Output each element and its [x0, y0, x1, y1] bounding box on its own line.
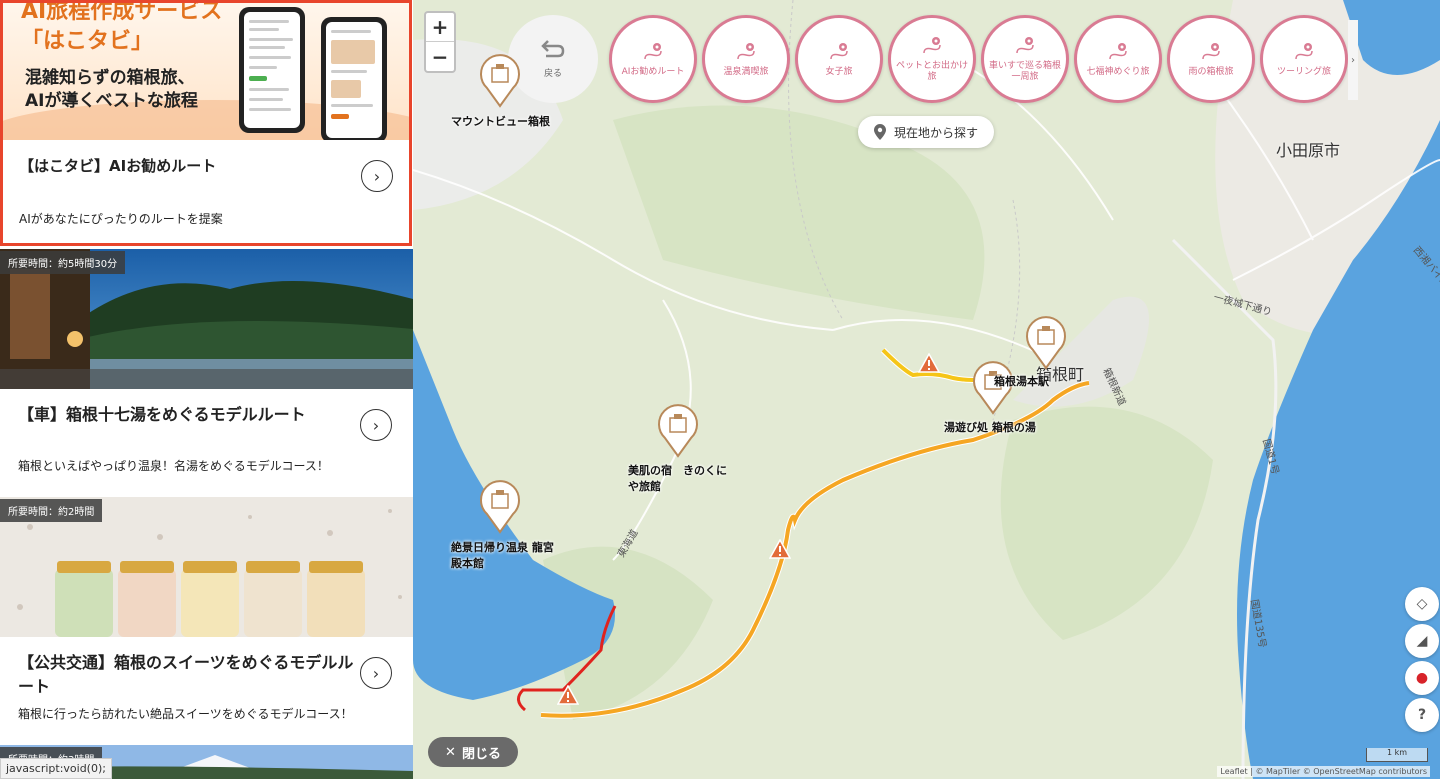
undo-arrow-icon [541, 39, 565, 57]
route-pin-icon [830, 42, 848, 59]
poi-label-yumoto-station: 箱根湯本駅 [994, 375, 1049, 388]
route-title: 【車】箱根十七湯をめぐるモデルルート [18, 405, 306, 424]
promo-sub-1: 混雑知らずの箱根旅、 [25, 68, 195, 88]
map-attribution[interactable]: Leaflet | © MapTiler © OpenStreetMap con… [1217, 766, 1430, 777]
poi-marker-yumoto-station[interactable] [1025, 316, 1067, 370]
japan-flag-icon: ● [1415, 670, 1429, 686]
close-label: 閉じる [461, 746, 501, 762]
hotel-pin-icon [480, 54, 520, 108]
route-description: 箱根に行ったら訪れたい絶品スイーツをめぐるモデルコース！ [18, 707, 353, 721]
warning-icon[interactable] [918, 353, 940, 373]
map-scale: 1 km [1366, 748, 1428, 762]
question-mark-icon: ? [1417, 707, 1427, 723]
chevron-right-icon: › [372, 415, 380, 435]
diamond-sign-icon: ◇ [1416, 596, 1428, 612]
language-japan-button[interactable]: ● [1405, 661, 1439, 695]
hotel-pin-icon [658, 404, 698, 458]
locate-label: 現在地から探す [893, 125, 978, 140]
route-list-panel: AI旅程作成サービス 「はこタビ」 混雑知らずの箱根旅、 AIが導くベストな旅程 [0, 0, 413, 779]
poi-marker-ryuguden[interactable] [479, 480, 521, 534]
route-pin-icon [1202, 42, 1220, 59]
route-open-button[interactable]: › [360, 657, 392, 689]
zoom-out-button[interactable]: − [426, 42, 454, 71]
category-pet-trip[interactable]: ペットとお出かけ旅 [888, 15, 976, 103]
route-pin-icon [923, 37, 941, 54]
close-icon: ✕ [445, 744, 456, 760]
route-description: 箱根といえばやっぱり温泉！名湯をめぐるモデルコース！ [18, 459, 329, 473]
route-time-badge: 所要時間：約2時間 [0, 499, 103, 522]
category-wheelchair[interactable]: 車いすで巡る箱根一周旅 [981, 15, 1069, 103]
promo-headline-2: 「はこタビ」 [21, 29, 154, 54]
town-label-odawara: 小田原市 [1276, 141, 1341, 160]
route-pin-icon [644, 42, 662, 59]
warning-icon[interactable] [557, 685, 579, 705]
promo-open-button[interactable]: › [361, 160, 393, 192]
route-title: 【公共交通】箱根のスイーツをめぐるモデルルート [18, 653, 354, 696]
chevron-right-icon: › [372, 663, 380, 683]
category-touring[interactable]: ツーリング旅 [1260, 15, 1348, 103]
hotel-pin-icon [1026, 316, 1066, 370]
route-card-sweets[interactable]: 所要時間：約2時間 【公共交通】箱根のスイーツをめぐるモデルルート › 箱根に行… [0, 497, 413, 746]
back-label: 戻る [543, 68, 562, 79]
poi-label-mount-view: マウントビュー箱根 [451, 115, 550, 128]
promo-banner-image: AI旅程作成サービス 「はこタビ」 混雑知らずの箱根旅、 AIが導くベストな旅程 [3, 3, 409, 140]
route-time-badge: 所要時間：約5時間30分 [0, 251, 126, 274]
location-pin-icon [873, 124, 886, 140]
zoom-in-button[interactable]: + [426, 13, 454, 42]
category-shichifukujin[interactable]: 七福神めぐり旅 [1074, 15, 1162, 103]
locate-me-button[interactable]: 現在地から探す [858, 116, 994, 148]
route-open-button[interactable]: › [360, 409, 392, 441]
poi-label-kinokuniya: 美肌の宿 きのくにや旅館 [628, 464, 727, 493]
phone-mockup-1 [239, 7, 305, 133]
chevron-right-icon: › [373, 166, 381, 186]
route-pin-icon [1109, 42, 1127, 59]
help-button[interactable]: ? [1405, 698, 1439, 732]
poi-label-ryuguden: 絶景日帰り温泉 龍宮殿本館 [451, 541, 554, 570]
megaphone-button[interactable]: ◢ [1405, 624, 1439, 658]
route-image-sweets: 所要時間：約2時間 [0, 497, 413, 637]
close-panel-button[interactable]: ✕ 閉じる [428, 737, 518, 767]
phone-mockup-2 [321, 17, 387, 140]
category-rainy[interactable]: 雨の箱根旅 [1167, 15, 1255, 103]
poi-label-yuasobidokoro: 湯遊び処 箱根の湯 [944, 421, 1036, 434]
promo-title: 【はこタビ】AIお勧めルート [19, 157, 217, 175]
route-card-onsen[interactable]: 所要時間：約5時間30分 【車】箱根十七湯をめぐるモデルルート › 箱根といえば… [0, 249, 413, 498]
zoom-control: + − [424, 11, 456, 73]
traffic-sign-button[interactable]: ◇ [1405, 587, 1439, 621]
chevron-right-icon: › [1351, 54, 1355, 66]
status-bar-url: javascript:void(0); [0, 758, 112, 779]
megaphone-icon: ◢ [1416, 633, 1428, 649]
poi-marker-mount-view[interactable] [479, 54, 521, 108]
app-root: AI旅程作成サービス 「はこタビ」 混雑知らずの箱根旅、 AIが導くベストな旅程 [0, 0, 1440, 779]
category-onsen[interactable]: 温泉満喫旅 [702, 15, 790, 103]
hotel-pin-icon [480, 480, 520, 534]
promo-headline-1: AI旅程作成サービス [21, 3, 223, 24]
promo-sub-2: AIが導くベストな旅程 [25, 91, 198, 111]
category-ai-route[interactable]: AIお勧めルート [609, 15, 697, 103]
route-pin-icon [1295, 42, 1313, 59]
category-scroll-right[interactable]: › [1348, 20, 1358, 100]
back-button[interactable]: 戻る [508, 15, 598, 103]
poi-marker-kinokuniya[interactable] [657, 404, 699, 458]
category-girls-trip[interactable]: 女子旅 [795, 15, 883, 103]
warning-icon[interactable] [769, 539, 791, 559]
route-image-onsen: 所要時間：約5時間30分 [0, 249, 413, 389]
route-pin-icon [1016, 37, 1034, 54]
route-pin-icon [737, 42, 755, 59]
promo-card-ai-route[interactable]: AI旅程作成サービス 「はこタビ」 混雑知らずの箱根旅、 AIが導くベストな旅程 [0, 0, 412, 246]
promo-description: AIがあなたにぴったりのルートを提案 [19, 212, 223, 226]
